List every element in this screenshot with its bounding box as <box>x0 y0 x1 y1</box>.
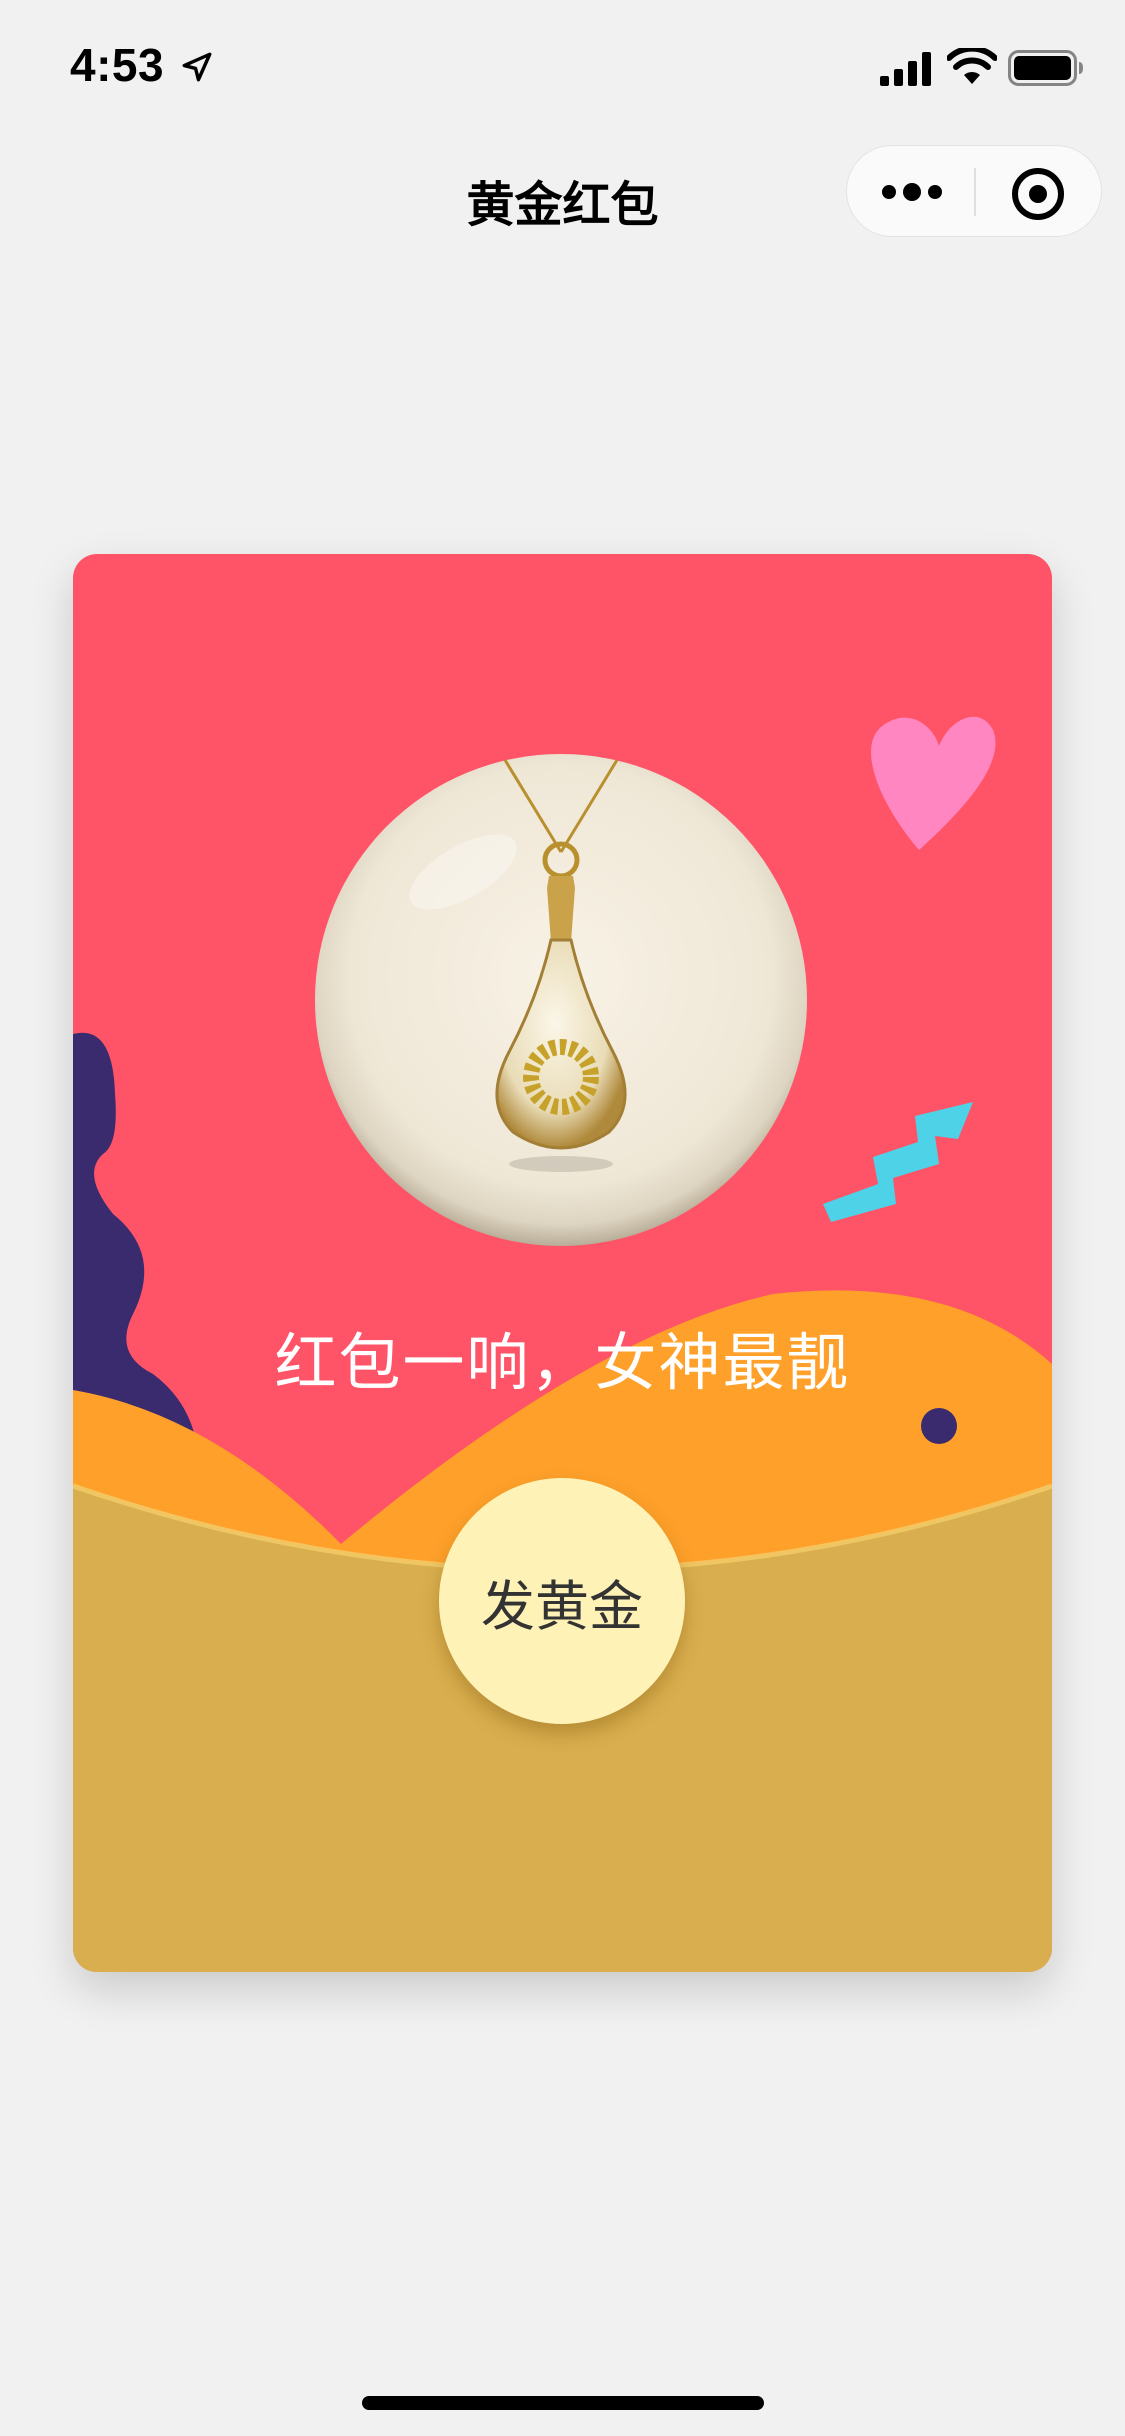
send-gold-button-label: 发黄金 <box>481 1574 643 1638</box>
more-dots-icon[interactable] <box>877 172 947 212</box>
status-bar: 4:53 <box>0 0 1125 132</box>
red-envelope-card: 红包一响，女神最靓 发黄金 <box>73 554 1052 1972</box>
send-gold-button[interactable]: 发黄金 <box>439 1478 685 1724</box>
capsule-divider <box>974 168 976 216</box>
heart-decoration <box>871 716 996 850</box>
wifi-icon <box>947 48 997 84</box>
target-circle-icon[interactable] <box>1010 166 1066 222</box>
slogan-text: 红包一响，女神最靓 <box>274 1326 851 1399</box>
dot-decoration <box>921 1408 957 1444</box>
cellular-signal-icon <box>880 52 931 86</box>
screen: 4:53 黄金红包 红包一响，女神最靓 发黄金 <box>0 0 1125 2436</box>
home-indicator <box>362 2396 764 2410</box>
battery-icon <box>1008 50 1083 86</box>
necklace-pendant-image <box>315 754 807 1246</box>
zigzag-decoration <box>823 1102 973 1222</box>
status-time: 4:53 <box>70 39 165 91</box>
location-arrow-icon <box>182 52 212 82</box>
mini-program-capsule <box>846 145 1102 237</box>
